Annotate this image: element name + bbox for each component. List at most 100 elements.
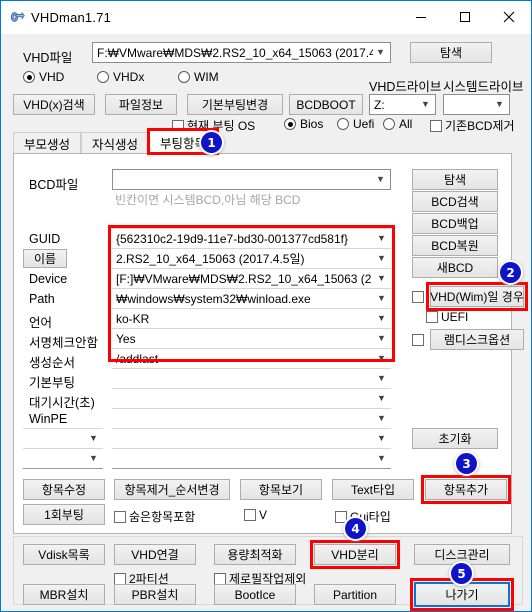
system-drive-combo[interactable]: ▼: [443, 94, 510, 115]
radio-vhdx-label: VHDx: [113, 70, 145, 84]
new-bcd-button[interactable]: 새BCD: [412, 257, 498, 278]
radio-bios-label: Bios: [300, 117, 324, 131]
ramdisk-option-button[interactable]: 램디스크옵션: [430, 329, 524, 350]
remove-reorder-entry-button[interactable]: 항목제거_순서변경: [114, 479, 230, 500]
path-combo[interactable]: ₩windows₩system32₩winload.exe ▼: [112, 288, 391, 309]
chevron-down-icon: ▼: [89, 453, 98, 463]
partition-button[interactable]: Partition: [314, 584, 396, 605]
bcd-file-hint: 빈칸이면 시스템BCD,아님 해당 BCD: [115, 193, 301, 207]
timeout-combo[interactable]: ▼: [112, 388, 391, 409]
vhd-search-button[interactable]: VHD(x)검색: [13, 94, 95, 115]
radio-vhd[interactable]: VHD: [23, 70, 64, 84]
vhd-app-icon: [9, 9, 25, 25]
uefi-checkbox[interactable]: UEFI: [426, 310, 468, 324]
extra-right-combo-1[interactable]: ▼: [112, 428, 391, 449]
bootice-button[interactable]: BootIce: [214, 584, 296, 605]
bcd-backup-button[interactable]: BCD백업: [412, 213, 498, 234]
browse-button[interactable]: 탐색: [410, 42, 492, 63]
close-button[interactable]: [487, 1, 531, 33]
radio-vhdx[interactable]: VHDx: [97, 70, 144, 84]
bcd-file-combo[interactable]: ▼: [112, 169, 391, 190]
vhd-wim-checkbox[interactable]: [412, 291, 424, 303]
bcd-search-button[interactable]: BCD검색: [412, 191, 498, 212]
reset-button[interactable]: 초기화: [412, 428, 498, 449]
device-combo[interactable]: [F:]₩VMware₩MDS₩2.RS2_10_x64_15063 (2 ▼: [112, 268, 391, 289]
radio-all[interactable]: All: [383, 117, 412, 131]
checkbox-box: [114, 572, 126, 585]
text-type-button[interactable]: Text타입: [332, 479, 414, 500]
file-info-button[interactable]: 파일정보: [105, 94, 177, 115]
mbr-install-button[interactable]: MBR설치: [23, 584, 105, 605]
guid-combo[interactable]: {562310c2-19d9-11e7-bd30-001377cd581f} ▼: [112, 228, 391, 249]
tab-label: 부모생성: [23, 137, 70, 152]
nosign-check-combo[interactable]: Yes ▼: [112, 328, 391, 349]
name-combo[interactable]: 2.RS2_10_x64_15063 (2017.4.5일) ▼: [112, 248, 391, 269]
tab-child-create[interactable]: 자식생성: [81, 132, 149, 153]
add-entry-button[interactable]: 항목추가: [425, 479, 507, 500]
badge-5: 5: [451, 563, 472, 584]
vhd-file-label: VHD파일: [23, 51, 73, 65]
view-entry-button[interactable]: 항목보기: [240, 479, 322, 500]
chevron-down-icon: ▼: [377, 433, 386, 443]
checkbox-box: [430, 119, 442, 132]
vhd-attach-button[interactable]: VHD연결: [114, 544, 196, 565]
vhd-drive-combo[interactable]: Z: ▼: [369, 94, 436, 115]
vhd-file-combo[interactable]: F:₩VMware₩MDS₩2.RS2_10_x64_15063 (2017.4…: [92, 42, 391, 63]
default-boot-change-button[interactable]: 기본부팅변경: [187, 94, 283, 115]
chevron-down-icon: ▼: [377, 313, 386, 323]
chevron-down-icon: ▼: [376, 174, 385, 184]
vhd-file-value: F:₩VMware₩MDS₩2.RS2_10_x64_15063 (2017.4…: [97, 45, 373, 60]
vhd-detach-button[interactable]: VHD분리: [314, 544, 396, 565]
winpe-combo[interactable]: ▼: [112, 408, 391, 429]
window-buttons: [399, 1, 531, 33]
disk-management-button[interactable]: 디스크관리: [414, 544, 510, 565]
minimize-button[interactable]: [399, 1, 443, 33]
name-button[interactable]: 이름: [23, 249, 67, 268]
maximize-button[interactable]: [443, 1, 487, 33]
edit-entry-button[interactable]: 항목수정: [23, 479, 105, 500]
system-drive-label: 시스템드라이브: [443, 80, 524, 94]
tab-label: 자식생성: [91, 137, 138, 152]
language-combo[interactable]: ko-KR ▼: [112, 308, 391, 329]
remove-existing-bcd-checkbox[interactable]: 기존BCD제거: [430, 117, 515, 134]
vdisk-list-button[interactable]: Vdisk목록: [23, 544, 105, 565]
title-bar: VHDman1.71: [1, 1, 531, 34]
once-boot-button[interactable]: 1회부팅: [23, 504, 105, 525]
tab-label: 부팅항목: [159, 136, 206, 151]
guid-value: {562310c2-19d9-11e7-bd30-001377cd581f}: [116, 231, 348, 246]
compact-button[interactable]: 용량최적화: [214, 544, 296, 565]
chevron-down-icon: ▼: [377, 333, 386, 343]
device-value: [F:]₩VMware₩MDS₩2.RS2_10_x64_15063 (2: [116, 271, 372, 286]
badge-4: 4: [345, 518, 366, 539]
panel-browse-button[interactable]: 탐색: [412, 169, 498, 190]
vhd-wim-case-button[interactable]: VHD(Wim)일 경우: [430, 286, 524, 307]
vhd-drive-label: VHD드라이브: [369, 80, 442, 94]
bcd-restore-button[interactable]: BCD복원: [412, 235, 498, 256]
exit-button[interactable]: 나가기: [414, 582, 510, 607]
radio-wim[interactable]: WIM: [178, 70, 219, 84]
create-order-combo[interactable]: /addlast ▼: [112, 348, 391, 369]
chevron-down-icon: ▼: [421, 99, 430, 109]
nosign-check-value: Yes: [116, 331, 136, 346]
ramdisk-checkbox[interactable]: [412, 334, 424, 346]
include-hidden-entries-checkbox[interactable]: 숨은항목포함: [114, 508, 195, 525]
v-checkbox[interactable]: V: [244, 508, 267, 522]
winpe-label: WinPE: [29, 412, 68, 426]
tab-parent-create[interactable]: 부모생성: [13, 132, 81, 153]
app-window: VHDman1.71 VHD파일 F:₩VMware₩MDS₩2.RS2_10_…: [0, 0, 532, 612]
extra-left-combo-1[interactable]: ▼: [23, 428, 103, 449]
bcdboot-button[interactable]: BCDBOOT: [289, 94, 363, 115]
chevron-down-icon: ▼: [377, 453, 386, 463]
extra-right-combo-2[interactable]: ▼: [112, 448, 391, 469]
pbr-install-button[interactable]: PBR설치: [114, 584, 196, 605]
v-label: V: [259, 508, 268, 522]
radio-uefi-label: Uefi: [353, 117, 375, 131]
default-boot-combo[interactable]: ▼: [112, 368, 391, 389]
checkbox-box: [412, 334, 424, 346]
radio-uefi[interactable]: Uefi: [337, 117, 374, 131]
checkbox-box: [426, 311, 438, 323]
extra-left-combo-2[interactable]: ▼: [23, 448, 103, 469]
radio-vhd-circle: [23, 71, 35, 83]
radio-bios[interactable]: Bios: [284, 117, 323, 131]
badge-3: 3: [456, 453, 477, 474]
